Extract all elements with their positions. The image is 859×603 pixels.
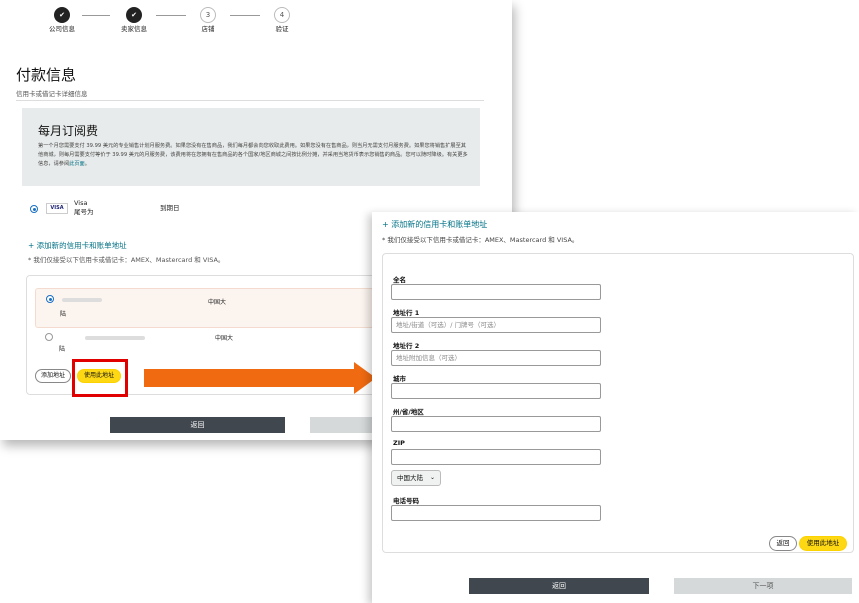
use-this-address-button[interactable]: 使用此地址 bbox=[799, 536, 847, 551]
step-seller-info: ✔ 卖家信息 bbox=[112, 7, 156, 34]
country-select[interactable]: 中国大陆 ⌄ bbox=[391, 470, 441, 486]
highlight-box bbox=[72, 359, 128, 397]
visa-logo-icon: VISA bbox=[46, 203, 68, 214]
state-input[interactable] bbox=[391, 416, 601, 432]
check-icon: ✔ bbox=[54, 7, 70, 23]
address-suffix: 陆 bbox=[59, 346, 66, 353]
address-line1-input[interactable]: 地址/街道（可选）/ 门牌号（可选） bbox=[391, 317, 601, 333]
redacted-text bbox=[62, 298, 102, 302]
address-region: 中国大 bbox=[215, 335, 234, 342]
step-connector bbox=[230, 15, 260, 16]
city-input[interactable] bbox=[391, 383, 601, 399]
step-label: 卖家信息 bbox=[121, 25, 147, 33]
billing-address-form: 全名 地址行 1 地址/街道（可选）/ 门牌号（可选） 地址行 2 地址附加信息… bbox=[382, 253, 854, 553]
card-tail-label: 尾号为 bbox=[74, 208, 94, 216]
card-name: Visa bbox=[74, 199, 88, 207]
phone-input[interactable] bbox=[391, 505, 601, 521]
state-label: 州/省/地区 bbox=[393, 408, 424, 416]
subscription-title: 每月订阅费 bbox=[38, 124, 99, 138]
back-button[interactable]: 返回 bbox=[110, 417, 285, 433]
step-connector bbox=[156, 15, 186, 16]
next-button[interactable]: 下一项 bbox=[674, 578, 852, 594]
registration-stepper: ✔ 公司信息 ✔ 卖家信息 3 店铺 4 验证 bbox=[40, 7, 300, 47]
arrow-icon bbox=[144, 369, 354, 387]
page-title: 付款信息 bbox=[16, 66, 77, 84]
divider bbox=[16, 100, 484, 101]
form-back-button[interactable]: 返回 bbox=[769, 536, 797, 551]
address-line2-input[interactable]: 地址附加信息（可选） bbox=[391, 350, 601, 366]
subscription-description: 第一个月您需要支付 39.99 美元的专业销售计划月服务费。如果您没有在售商品，… bbox=[38, 143, 468, 167]
subscription-info-link[interactable]: 此页面 bbox=[69, 161, 85, 167]
full-name-input[interactable] bbox=[391, 284, 601, 300]
new-card-panel-right: + 添加新的信用卡和账单地址 * 我们仅接受以下信用卡或借记卡：AMEX、Mas… bbox=[372, 212, 859, 603]
page-subtitle: 信用卡或借记卡详细信息 bbox=[16, 90, 88, 98]
add-card-link[interactable]: + 添加新的信用卡和账单地址 bbox=[382, 219, 487, 230]
phone-label: 电话号码 bbox=[393, 497, 419, 505]
accepted-cards-note: * 我们仅接受以下信用卡或借记卡：AMEX、Mastercard 和 VISA。 bbox=[28, 256, 225, 264]
accepted-cards-note: * 我们仅接受以下信用卡或借记卡：AMEX、Mastercard 和 VISA。 bbox=[382, 236, 579, 244]
step-verify: 4 验证 bbox=[260, 7, 304, 34]
full-name-label: 全名 bbox=[393, 276, 406, 284]
card-info: Visa 尾号为 bbox=[74, 199, 94, 217]
step-connector bbox=[82, 15, 110, 16]
subscription-fee-box: 每月订阅费 第一个月您需要支付 39.99 美元的专业销售计划月服务费。如果您没… bbox=[22, 108, 480, 186]
card-expiry-label: 到期日 bbox=[160, 204, 180, 212]
back-button[interactable]: 返回 bbox=[469, 578, 649, 594]
step-number: 4 bbox=[274, 7, 290, 23]
redacted-text bbox=[85, 336, 145, 340]
check-icon: ✔ bbox=[126, 7, 142, 23]
step-label: 公司信息 bbox=[49, 25, 75, 33]
zip-input[interactable] bbox=[391, 449, 601, 465]
step-store: 3 店铺 bbox=[186, 7, 230, 34]
city-label: 城市 bbox=[393, 375, 406, 383]
zip-label: ZIP bbox=[393, 439, 405, 447]
step-label: 验证 bbox=[275, 25, 289, 33]
address-line2-label: 地址行 2 bbox=[393, 342, 420, 350]
step-company-info: ✔ 公司信息 bbox=[40, 7, 84, 34]
add-address-button[interactable]: 添加地址 bbox=[35, 369, 71, 383]
address-region: 中国大 bbox=[208, 299, 227, 306]
chevron-down-icon: ⌄ bbox=[429, 474, 435, 481]
step-number: 3 bbox=[200, 7, 216, 23]
add-card-link[interactable]: + 添加新的信用卡和账单地址 bbox=[28, 240, 127, 251]
address-radio[interactable] bbox=[45, 333, 53, 341]
screenshot-root: ✔ 公司信息 ✔ 卖家信息 3 店铺 4 验证 付款信息 信用卡或借记卡详细信息… bbox=[0, 0, 859, 603]
step-label: 店铺 bbox=[201, 25, 215, 33]
address-suffix: 陆 bbox=[60, 311, 67, 318]
address-line1-label: 地址行 1 bbox=[393, 309, 420, 317]
card-radio[interactable] bbox=[30, 205, 38, 213]
country-value: 中国大陆 bbox=[397, 474, 423, 482]
address-radio[interactable] bbox=[46, 295, 54, 303]
